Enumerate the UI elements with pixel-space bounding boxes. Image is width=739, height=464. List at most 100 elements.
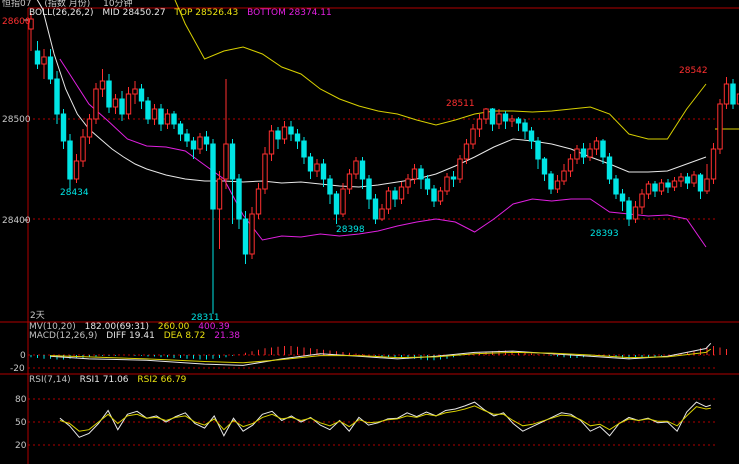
candle-body [593, 140, 600, 150]
rsi-legend: RSI(7,14) RSI1 71.06 RSI2 66.79 [29, 375, 192, 386]
candle-body [327, 178, 333, 195]
boll-mid-line [36, 0, 707, 188]
candle-body [678, 176, 684, 182]
rsi-legend-rsi2: RSI2 66.79 [137, 375, 187, 385]
candle-body [60, 113, 67, 142]
annotation-high-28511: 28511 [446, 99, 475, 109]
candle-body [340, 188, 346, 215]
candle-body [658, 182, 665, 192]
candle-body [145, 100, 151, 120]
candle-body [41, 56, 47, 65]
candle-body [177, 123, 184, 135]
candle-body [164, 113, 171, 125]
candle-body [515, 118, 522, 124]
candle-body [587, 148, 593, 158]
candle-body [697, 174, 704, 192]
candle-body [691, 174, 697, 184]
macd-tick-0: 0 [20, 351, 26, 361]
candle-body [190, 140, 197, 150]
candle-body [444, 176, 450, 192]
candle-body [236, 178, 242, 220]
candle-body [34, 50, 41, 65]
candle-body [665, 182, 671, 188]
candle-body [125, 93, 132, 115]
candle-body [307, 156, 314, 172]
rsi-tick-80: 80 [15, 395, 27, 405]
candle-body [47, 56, 54, 80]
candle-body [723, 83, 730, 105]
candle-body [223, 143, 229, 180]
candle-body [203, 136, 210, 145]
candle-body [99, 80, 106, 90]
candle-body [184, 133, 190, 142]
annotation-low-28398: 28398 [336, 225, 365, 235]
candle-body [385, 190, 392, 210]
annotation-high-28542: 28542 [679, 66, 708, 76]
candle-body [574, 148, 580, 160]
price-annotations: 28434 28311 28398 28511 28393 28542 [60, 66, 708, 323]
y-tick-28600: 28600 [2, 17, 31, 27]
candle-body [717, 103, 723, 150]
candle-body [249, 213, 255, 255]
candle-body [288, 126, 294, 135]
candle-body [171, 113, 177, 125]
candle-body [392, 190, 398, 200]
candle-body [405, 178, 411, 188]
stock-chart[interactable]: 28600 28500 28400 2天 0 -20 80 50 20 2843… [0, 0, 739, 464]
candle-body [197, 136, 203, 150]
annotation-low-28393: 28393 [590, 229, 619, 239]
boll-legend: BOLL(26,26,2) MID 28450.27 TOP 28526.43 … [29, 8, 338, 19]
candle-body [554, 180, 561, 190]
candle-body [483, 108, 489, 120]
candle-body [366, 178, 372, 200]
candle-body [424, 178, 431, 190]
candle-body [626, 200, 632, 220]
boll-legend-bottom: BOTTOM 28374.11 [247, 8, 332, 18]
candle-body [613, 178, 619, 195]
candle-body [684, 176, 691, 184]
rsi-legend-name[interactable]: RSI(7,14) [29, 375, 71, 385]
candle-body [346, 173, 353, 190]
candle-body [320, 163, 327, 180]
rsi-legend-rsi1: RSI1 71.06 [79, 375, 129, 385]
candle-body [275, 130, 281, 140]
candle-body [710, 148, 717, 180]
macd-legend: MACD(12,26,9) DIFF 19.41 DEA 8.72 21.38 [29, 331, 246, 342]
candle-body [606, 156, 613, 180]
macd-legend-name[interactable]: MACD(12,26,9) [29, 331, 97, 341]
candle-body [119, 98, 125, 115]
candle-body [294, 133, 301, 142]
candle-body [138, 88, 145, 102]
candle-body [314, 163, 320, 172]
candle-body [262, 153, 268, 190]
bollinger-bands [36, 0, 707, 248]
candle-body [502, 113, 509, 122]
candle-body [450, 176, 457, 180]
candle-body [372, 198, 379, 220]
y-tick-28400: 28400 [2, 216, 31, 226]
y-tick-28500: 28500 [2, 115, 31, 125]
candle-body [73, 160, 80, 180]
candle-body [431, 188, 437, 202]
boll-legend-name[interactable]: BOLL(26,26,2) [29, 8, 94, 18]
candle-body [210, 143, 216, 210]
candle-body [645, 183, 652, 195]
candle-body [437, 190, 444, 202]
candle-body [567, 158, 574, 172]
candle-body [489, 108, 496, 125]
candle-body [470, 128, 476, 145]
macd-panel [30, 342, 727, 366]
candle-body [639, 193, 645, 208]
candle-body [281, 126, 288, 140]
chart-frame [0, 7, 739, 464]
boll-legend-mid: MID 28450.27 [102, 8, 166, 18]
candle-body [522, 122, 528, 132]
candle-body [535, 140, 541, 160]
candle-body [528, 130, 535, 142]
candle-body [54, 78, 60, 115]
candle-body [158, 108, 164, 125]
rsi-panel [59, 401, 711, 438]
candle-body [151, 108, 158, 120]
candle-body [632, 206, 639, 220]
candle-body [106, 80, 112, 108]
